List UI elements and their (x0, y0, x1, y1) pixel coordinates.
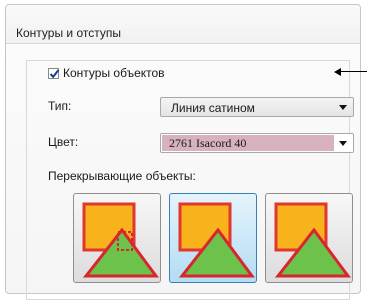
outline-checkbox-label: Контуры объектов (63, 66, 165, 80)
annotation-arrow (338, 71, 367, 72)
outline-checkbox-row[interactable]: Контуры объектов (48, 66, 169, 80)
color-dropdown-value: 2761 Isacord 40 (169, 136, 247, 150)
color-dropdown[interactable]: 2761 Isacord 40 (160, 133, 354, 153)
dropdown-arrow-icon (339, 105, 347, 110)
dropdown-arrow-icon (339, 141, 347, 146)
color-label: Цвет: (48, 135, 79, 149)
overlap-outline-both-button[interactable] (73, 193, 161, 283)
overlap-outline-separate-button[interactable] (265, 193, 353, 283)
type-dropdown[interactable]: Линия сатином (160, 97, 354, 117)
panel-title: Контуры и отступы (16, 26, 121, 40)
outline-checkbox[interactable] (48, 67, 60, 79)
overlap-top-icon (178, 202, 255, 278)
overlap-both-icon (82, 202, 159, 278)
overlap-separate-icon (274, 202, 351, 278)
type-dropdown-value: Линия сатином (171, 101, 255, 115)
overlap-outline-top-button[interactable] (169, 193, 257, 283)
checkmark-icon (49, 68, 60, 78)
annotation-arrow-head (334, 68, 341, 76)
overlap-label: Перекрывающие объекты: (48, 169, 196, 183)
type-label: Тип: (48, 99, 72, 113)
